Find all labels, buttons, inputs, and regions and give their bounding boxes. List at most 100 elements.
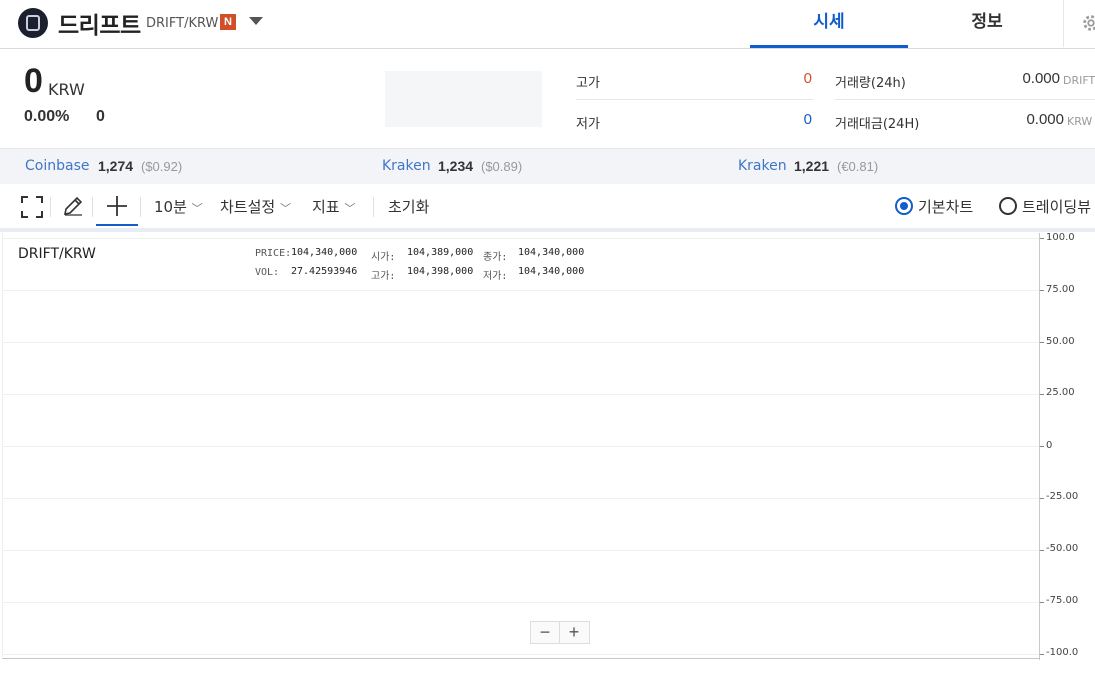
drift-logo-icon (18, 8, 48, 38)
ytick-mark (1040, 342, 1044, 343)
ytick-label: -50.00 (1046, 543, 1079, 554)
legend-low-label: 저가: (483, 271, 508, 282)
trading-pair: DRIFT/KRW (146, 16, 219, 31)
exchange-fx-price: (€0.81) (837, 159, 879, 174)
trade-amount-label: 거래대금(24H) (835, 117, 920, 132)
exchange-name[interactable]: Coinbase (25, 158, 89, 174)
coin-dropdown-caret-icon[interactable] (249, 17, 263, 25)
ytick-label: 75.00 (1046, 284, 1075, 295)
ytick-mark (1040, 290, 1044, 291)
gridline (3, 238, 1039, 239)
legend-open-label: 시가: (371, 252, 396, 263)
ytick-label: -100.0 (1046, 647, 1079, 658)
gridline (3, 550, 1039, 551)
trade-amount-value: 0.000 (1026, 111, 1064, 128)
price-unit: KRW (48, 80, 85, 99)
legend-close-label: 종가: (483, 252, 508, 263)
legend-price-value: 104,340,000 (291, 247, 358, 258)
ytick-label: -75.00 (1046, 595, 1079, 606)
exchange-price-bar: Coinbase 1,274 ($0.92) Kraken 1,234 ($0.… (0, 148, 1095, 185)
indicators-dropdown[interactable]: 지표 ﹀ (312, 196, 355, 217)
ytick-label: 50.00 (1046, 336, 1075, 347)
basic-chart-label[interactable]: 기본차트 (918, 196, 973, 217)
ytick-mark (1040, 654, 1044, 655)
interval-label: 10분 (154, 198, 187, 216)
fullscreen-icon[interactable] (21, 196, 43, 218)
toolbar-shadow (0, 228, 1095, 232)
gridline (3, 446, 1039, 447)
new-badge: N (220, 14, 236, 30)
radio-selected-dot (900, 202, 908, 210)
tradingview-chart-radio[interactable] (999, 197, 1017, 215)
exchange-fx-price: ($0.89) (481, 159, 523, 174)
toolbar-separator (140, 197, 141, 217)
legend-close-value: 104,340,000 (518, 247, 585, 258)
logo-mark (26, 15, 40, 31)
chart-settings-dropdown[interactable]: 차트설정 ﹀ (220, 196, 291, 217)
ytick-label: 0 (1046, 440, 1053, 451)
ytick-mark (1040, 550, 1044, 551)
ytick-mark (1040, 446, 1044, 447)
exchange-price: 1,234 (438, 158, 474, 174)
low-value: 0 (803, 111, 812, 128)
crosshair-icon[interactable] (106, 195, 128, 217)
gridline (3, 290, 1039, 291)
volume-unit: DRIFT (1063, 74, 1095, 87)
exchange-name[interactable]: Kraken (382, 158, 431, 174)
tab-quote[interactable]: 시세 (750, 0, 908, 48)
indicators-label: 지표 (312, 198, 340, 216)
toolbar-separator (373, 197, 374, 217)
chart-area[interactable] (2, 233, 1040, 657)
stat-divider (576, 99, 814, 100)
header-divider (1063, 0, 1064, 47)
exchange-price: 1,274 (98, 158, 134, 174)
ytick-mark (1040, 602, 1044, 603)
chevron-down-icon: ﹀ (344, 202, 356, 215)
coin-name: 드리프트 (58, 13, 141, 39)
volume-label: 거래량(24h) (835, 76, 906, 91)
ytick-label: 25.00 (1046, 387, 1075, 398)
exchange-fx-price: ($0.92) (141, 159, 183, 174)
chart-settings-label: 차트설정 (220, 198, 276, 216)
legend-vol-value: 27.42593946 (291, 266, 358, 277)
legend-price-label: PRICE: (255, 248, 292, 259)
legend-high-label: 고가: (371, 271, 396, 282)
gridline (3, 654, 1039, 655)
legend-vol-label: VOL: (255, 267, 280, 278)
ytick-mark (1040, 394, 1044, 395)
low-label: 저가 (576, 117, 600, 132)
gridline (3, 602, 1039, 603)
exchange-name[interactable]: Kraken (738, 158, 787, 174)
gridline (3, 498, 1039, 499)
stat-divider (835, 99, 1095, 100)
reset-button[interactable]: 초기화 (388, 196, 429, 217)
chart-pair-label: DRIFT/KRW (18, 246, 96, 262)
basic-chart-radio[interactable] (895, 197, 913, 215)
ytick-mark (1040, 238, 1044, 239)
toolbar-separator (92, 197, 93, 217)
settings-gear-icon[interactable] (1080, 12, 1095, 34)
legend-open-value: 104,389,000 (407, 247, 474, 258)
ytick-label: 100.0 (1046, 232, 1075, 243)
current-price: 0 (24, 62, 43, 100)
exchange-price: 1,221 (794, 158, 830, 174)
zoom-out-button[interactable]: − (531, 622, 560, 643)
chart-toolbar: 10분 ﹀ 차트설정 ﹀ 지표 ﹀ 초기화 기본차트 트레이딩뷰 (0, 184, 1095, 228)
tradingview-chart-label[interactable]: 트레이딩뷰 (1022, 196, 1091, 217)
zoom-controls: − + (530, 621, 590, 644)
gridline (3, 394, 1039, 395)
price-sparkline (385, 71, 542, 127)
chevron-down-icon: ﹀ (279, 202, 291, 215)
tab-info[interactable]: 정보 (908, 0, 1066, 47)
change-amount: 0 (96, 108, 105, 125)
gridline (3, 342, 1039, 343)
zoom-in-button[interactable]: + (560, 622, 588, 643)
legend-high-value: 104,398,000 (407, 266, 474, 277)
ytick-mark (1040, 498, 1044, 499)
pencil-draw-icon[interactable] (62, 195, 84, 217)
change-percent: 0.00% (24, 108, 70, 125)
legend-low-value: 104,340,000 (518, 266, 585, 277)
toolbar-separator (50, 197, 51, 217)
interval-select[interactable]: 10분 ﹀ (154, 196, 203, 217)
ytick-label: -25.00 (1046, 491, 1079, 502)
